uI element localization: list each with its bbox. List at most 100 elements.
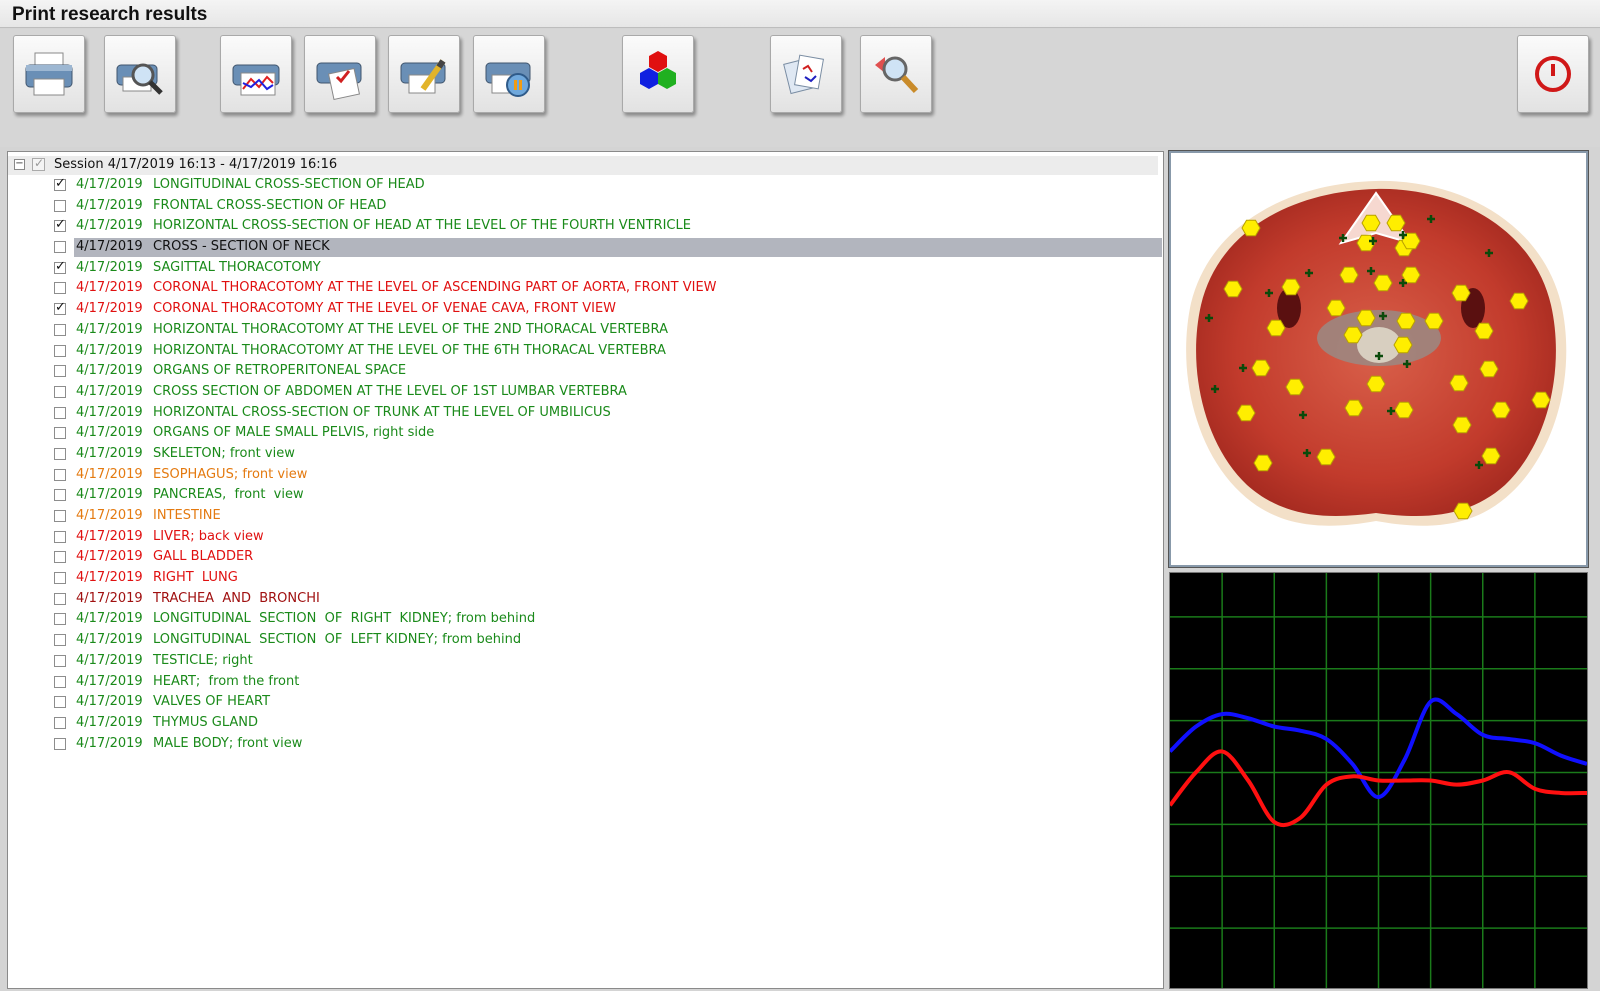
item-checkbox[interactable]	[54, 323, 66, 336]
item-checkbox[interactable]	[54, 199, 66, 212]
item-checkbox[interactable]	[54, 468, 66, 481]
point-marker	[1424, 312, 1444, 330]
list-item[interactable]: 4/17/2019 VALVES OF HEART	[8, 692, 1158, 713]
print-graph-button[interactable]	[220, 35, 292, 113]
list-item[interactable]: 4/17/2019 MALE BODY; front view	[8, 734, 1158, 755]
session-checkbox[interactable]	[32, 156, 45, 171]
point-marker	[1509, 292, 1529, 310]
list-item[interactable]: 4/17/2019 ORGANS OF RETROPERITONEAL SPACE	[8, 361, 1158, 382]
list-item[interactable]: 4/17/2019 HORIZONTAL CROSS-SECTION OF HEA…	[8, 216, 1158, 237]
documents-button[interactable]	[770, 35, 842, 113]
search-button[interactable]	[860, 35, 932, 113]
point-marker	[1393, 336, 1413, 354]
list-item[interactable]: 4/17/2019 ESOPHAGUS; front view	[8, 465, 1158, 486]
item-checkbox[interactable]	[54, 427, 66, 440]
item-name: VALVES OF HEART	[153, 694, 271, 710]
item-checkbox[interactable]	[54, 489, 66, 502]
item-date: 4/17/2019	[76, 735, 143, 751]
item-checkbox[interactable]	[54, 365, 66, 378]
list-item[interactable]: 4/17/2019 PANCREAS, front view	[8, 485, 1158, 506]
item-checkbox[interactable]	[54, 241, 66, 254]
item-checkbox[interactable]	[54, 344, 66, 357]
title-bar: Print research results	[0, 0, 1600, 28]
list-item[interactable]: 4/17/2019 INTESTINE	[8, 506, 1158, 527]
list-item[interactable]: 4/17/2019 LONGITUDINAL SECTION OF RIGHT K…	[8, 609, 1158, 630]
item-date: 4/17/2019	[76, 714, 143, 730]
point-marker	[1373, 274, 1393, 292]
item-date: 4/17/2019	[76, 259, 143, 275]
item-date: 4/17/2019	[76, 383, 143, 399]
list-item[interactable]: 4/17/2019 CROSS - SECTION OF NECK	[8, 237, 1162, 258]
item-checkbox[interactable]	[54, 716, 66, 729]
item-name: LONGITUDINAL SECTION OF LEFT KIDNEY; fro…	[153, 632, 522, 648]
printer-icon	[25, 52, 73, 96]
toolbar	[0, 29, 1600, 147]
list-item[interactable]: 4/17/2019 RIGHT LUNG	[8, 568, 1158, 589]
item-checkbox[interactable]	[54, 675, 66, 688]
list-item[interactable]: 4/17/2019 FRONTAL CROSS-SECTION OF HEAD	[8, 196, 1158, 217]
item-checkbox[interactable]	[54, 176, 66, 191]
list-item[interactable]: 4/17/2019 GALL BLADDER	[8, 547, 1158, 568]
list-item[interactable]: 4/17/2019 CORONAL THORACOTOMY AT THE LEVE…	[8, 299, 1158, 320]
point-marker	[1241, 219, 1261, 237]
point-marker	[1394, 401, 1414, 419]
item-date: 4/17/2019	[76, 652, 143, 668]
item-checkbox[interactable]	[54, 510, 66, 522]
item-name: MALE BODY; front view	[153, 735, 303, 751]
item-checkbox[interactable]	[54, 551, 66, 564]
item-name: CORONAL THORACOTOMY AT THE LEVEL OF ASCE…	[153, 280, 717, 296]
list-item[interactable]: 4/17/2019 HORIZONTAL CROSS-SECTION OF TRU…	[8, 403, 1158, 424]
item-name: INTESTINE	[153, 508, 221, 523]
point-marker	[1281, 278, 1301, 296]
item-checkbox[interactable]	[54, 447, 66, 460]
list-item[interactable]: 4/17/2019 SAGITTAL THORACOTOMY	[8, 258, 1158, 279]
item-checkbox[interactable]	[54, 572, 66, 585]
item-checkbox[interactable]	[54, 282, 66, 295]
session-row[interactable]: − Session 4/17/2019 16:13 - 4/17/2019 16…	[8, 156, 1158, 175]
item-name: CROSS - SECTION OF NECK	[153, 239, 330, 255]
color-spectrum-button[interactable]	[622, 35, 694, 113]
power-icon	[1535, 56, 1571, 92]
list-item[interactable]: 4/17/2019 LONGITUDINAL CROSS-SECTION OF H…	[8, 175, 1158, 196]
print-graph-icon	[232, 64, 280, 96]
print-button[interactable]	[13, 35, 85, 113]
list-item[interactable]: 4/17/2019 HORIZONTAL THORACOTOMY AT THE L…	[8, 320, 1158, 341]
item-checkbox[interactable]	[54, 613, 66, 626]
item-checkbox[interactable]	[54, 406, 66, 419]
item-checkbox[interactable]	[54, 737, 66, 750]
item-date: 4/17/2019	[76, 425, 143, 441]
list-item[interactable]: 4/17/2019 SKELETON; front view	[8, 444, 1158, 465]
list-item[interactable]: 4/17/2019 HORIZONTAL THORACOTOMY AT THE L…	[8, 341, 1158, 362]
point-marker	[1531, 391, 1551, 409]
window-title: Print research results	[12, 4, 208, 25]
item-checkbox[interactable]	[54, 300, 66, 316]
print-audio-button[interactable]	[473, 35, 545, 113]
item-date: 4/17/2019	[76, 177, 143, 192]
collapse-icon[interactable]: −	[14, 159, 25, 170]
list-item[interactable]: 4/17/2019 ORGANS OF MALE SMALL PELVIS, ri…	[8, 423, 1158, 444]
list-item[interactable]: 4/17/2019 HEART; from the front	[8, 672, 1158, 693]
list-item[interactable]: 4/17/2019 LONGITUDINAL SECTION OF LEFT KI…	[8, 630, 1158, 651]
print-edit-button[interactable]	[388, 35, 460, 113]
item-checkbox[interactable]	[54, 217, 66, 233]
print-preview-button[interactable]	[104, 35, 176, 113]
list-item[interactable]: 4/17/2019 CORONAL THORACOTOMY AT THE LEVE…	[8, 278, 1158, 299]
item-date: 4/17/2019	[76, 694, 143, 710]
list-item[interactable]: 4/17/2019 LIVER; back view	[8, 527, 1158, 548]
point-marker	[1449, 374, 1469, 392]
list-item[interactable]: 4/17/2019 TRACHEA AND BRONCHI	[8, 589, 1158, 610]
list-item[interactable]: 4/17/2019 CROSS SECTION OF ABDOMEN AT THE…	[8, 382, 1158, 403]
item-checkbox[interactable]	[54, 259, 66, 274]
point-marker	[1451, 284, 1471, 302]
point-marker	[1236, 404, 1256, 422]
item-checkbox[interactable]	[54, 654, 66, 667]
list-item[interactable]: 4/17/2019 THYMUS GLAND	[8, 713, 1158, 734]
item-checkbox[interactable]	[54, 385, 66, 398]
item-checkbox[interactable]	[54, 592, 66, 605]
item-checkbox[interactable]	[54, 696, 66, 709]
print-report-button[interactable]	[304, 35, 376, 113]
list-item[interactable]: 4/17/2019 TESTICLE; right	[8, 651, 1158, 672]
item-checkbox[interactable]	[54, 530, 66, 543]
item-checkbox[interactable]	[54, 634, 66, 647]
exit-button[interactable]	[1517, 35, 1589, 113]
